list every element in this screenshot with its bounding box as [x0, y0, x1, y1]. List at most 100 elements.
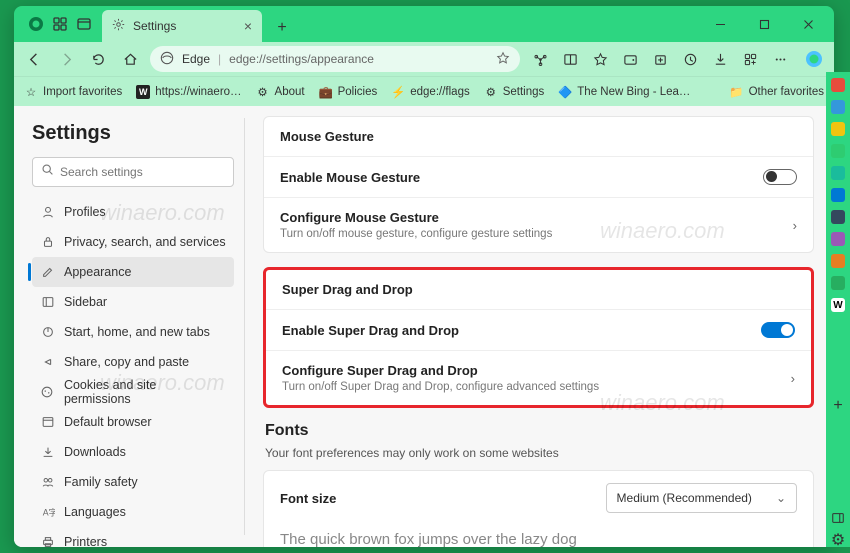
rail-app-10[interactable]	[831, 276, 845, 290]
font-preview: The quick brown fox jumps over the lazy …	[264, 525, 813, 547]
history-icon[interactable]	[678, 47, 702, 71]
enable-mouse-gesture-toggle[interactable]	[763, 169, 797, 185]
home-button[interactable]	[118, 47, 142, 71]
rail-app-1[interactable]	[831, 78, 845, 92]
super-drag-drop-card: Super Drag and Drop Enable Super Drag an…	[263, 267, 814, 408]
sidebar-item-sidebar[interactable]: Sidebar	[32, 287, 234, 317]
rail-collapse-icon[interactable]	[831, 511, 845, 525]
extensions-icon[interactable]	[528, 47, 552, 71]
sidebar-item-profiles[interactable]: Profiles	[32, 197, 234, 227]
rail-app-5[interactable]	[831, 166, 845, 180]
rail-app-w[interactable]: W	[831, 298, 845, 312]
edge-sidebar-rail: W + ⚙	[826, 72, 850, 547]
mouse-gesture-card: Mouse Gesture Enable Mouse Gesture Confi…	[263, 116, 814, 253]
configure-super-drag-row[interactable]: Configure Super Drag and Drop Turn on/of…	[266, 350, 811, 405]
browser-icon	[40, 415, 55, 430]
paint-icon	[40, 265, 55, 280]
fonts-card: Font size Medium (Recommended) ⌄ The qui…	[263, 470, 814, 547]
collections-icon[interactable]	[648, 47, 672, 71]
maximize-button[interactable]	[742, 6, 786, 42]
rail-add[interactable]: +	[831, 399, 845, 413]
forward-button[interactable]	[54, 47, 78, 71]
sidebar-item-start-home-and-new-tabs[interactable]: Start, home, and new tabs	[32, 317, 234, 347]
fav-bing[interactable]: 🔷The New Bing - Lea…	[558, 85, 690, 99]
gear-icon	[112, 18, 125, 34]
mouse-gesture-header: Mouse Gesture	[264, 117, 813, 156]
fonts-note: Your font preferences may only work on s…	[265, 446, 814, 460]
fav-flags[interactable]: ⚡edge://flags	[391, 85, 469, 99]
person-icon	[40, 205, 55, 220]
tab-actions-icon[interactable]	[76, 16, 92, 32]
fav-settings[interactable]: ⚙Settings	[484, 85, 545, 99]
fonts-header: Fonts	[265, 422, 814, 440]
rail-app-2[interactable]	[831, 100, 845, 114]
sidebar-item-cookies-and-site-permissions[interactable]: Cookies and site permissions	[32, 377, 234, 407]
toolbar-right	[528, 47, 826, 71]
lock-icon	[40, 235, 55, 250]
enable-super-drag-row[interactable]: Enable Super Drag and Drop	[266, 309, 811, 350]
address-bar-row: Edge | edge://settings/appearance	[14, 42, 834, 76]
chevron-down-icon: ⌄	[776, 491, 786, 505]
power-icon	[40, 325, 55, 340]
search-input-field[interactable]	[60, 165, 225, 179]
rail-app-7[interactable]	[831, 210, 845, 224]
close-window-button[interactable]	[786, 6, 830, 42]
new-tab-button[interactable]: +	[268, 14, 296, 42]
tab-close-icon[interactable]: ×	[244, 18, 252, 34]
bolt-icon: ⚡	[391, 85, 405, 99]
reload-button[interactable]	[86, 47, 110, 71]
rail-app-6[interactable]	[831, 188, 845, 202]
back-button[interactable]	[22, 47, 46, 71]
font-size-select[interactable]: Medium (Recommended) ⌄	[606, 483, 797, 513]
more-icon[interactable]	[768, 47, 792, 71]
rail-spacer	[831, 489, 845, 503]
app-label: Edge	[182, 52, 210, 66]
sidebar-item-downloads[interactable]: Downloads	[32, 437, 234, 467]
tab-active[interactable]: Settings ×	[102, 10, 262, 42]
wallet-icon[interactable]	[618, 47, 642, 71]
fav-about[interactable]: ⚙About	[256, 85, 305, 99]
sidebar-item-languages[interactable]: A字Languages	[32, 497, 234, 527]
split-icon[interactable]	[558, 47, 582, 71]
printer-icon	[40, 535, 55, 548]
workspaces-icon[interactable]	[52, 16, 68, 32]
star-icon[interactable]	[496, 51, 510, 68]
search-settings-input[interactable]	[32, 157, 234, 187]
fav-other[interactable]: 📁Other favorites	[730, 85, 824, 99]
sidebar-item-privacy-search-and-services[interactable]: Privacy, search, and services	[32, 227, 234, 257]
gear-icon: ⚙	[484, 85, 498, 99]
panel-icon	[40, 295, 55, 310]
sidebar-item-appearance[interactable]: Appearance	[32, 257, 234, 287]
rail-app-8[interactable]	[831, 232, 845, 246]
rail-app-9[interactable]	[831, 254, 845, 268]
configure-mouse-gesture-row[interactable]: Configure Mouse Gesture Turn on/off mous…	[264, 197, 813, 252]
minimize-button[interactable]	[698, 6, 742, 42]
font-size-row[interactable]: Font size Medium (Recommended) ⌄	[264, 471, 813, 525]
fav-import[interactable]: ☆Import favorites	[24, 85, 122, 99]
url-text: edge://settings/appearance	[229, 52, 374, 66]
address-bar[interactable]: Edge | edge://settings/appearance	[150, 46, 520, 72]
rail-app-3[interactable]	[831, 122, 845, 136]
profile-icon[interactable]	[28, 16, 44, 32]
rail-app-4[interactable]	[831, 144, 845, 158]
sidebar-item-default-browser[interactable]: Default browser	[32, 407, 234, 437]
window-controls	[698, 6, 830, 42]
folder-icon: 📁	[730, 85, 744, 99]
sidebar-item-printers[interactable]: Printers	[32, 527, 234, 547]
copilot-icon[interactable]	[802, 47, 826, 71]
settings-sidebar: Settings ProfilesPrivacy, search, and se…	[14, 106, 244, 547]
downloads-icon[interactable]	[708, 47, 732, 71]
settings-main[interactable]: Mouse Gesture Enable Mouse Gesture Confi…	[245, 106, 834, 547]
enable-super-drag-toggle[interactable]	[761, 322, 795, 338]
sidebar-item-family-safety[interactable]: Family safety	[32, 467, 234, 497]
apps-icon[interactable]	[738, 47, 762, 71]
favorites-icon[interactable]	[588, 47, 612, 71]
fav-winaero[interactable]: Whttps://winaero…	[136, 85, 241, 99]
titlebar: Settings × +	[14, 6, 834, 42]
settings-title: Settings	[32, 122, 234, 145]
rail-settings-icon[interactable]: ⚙	[831, 533, 845, 547]
sidebar-item-share-copy-and-paste[interactable]: Share, copy and paste	[32, 347, 234, 377]
enable-mouse-gesture-row[interactable]: Enable Mouse Gesture	[264, 156, 813, 197]
edge-logo-icon	[160, 51, 174, 68]
fav-policies[interactable]: 💼Policies	[319, 85, 378, 99]
